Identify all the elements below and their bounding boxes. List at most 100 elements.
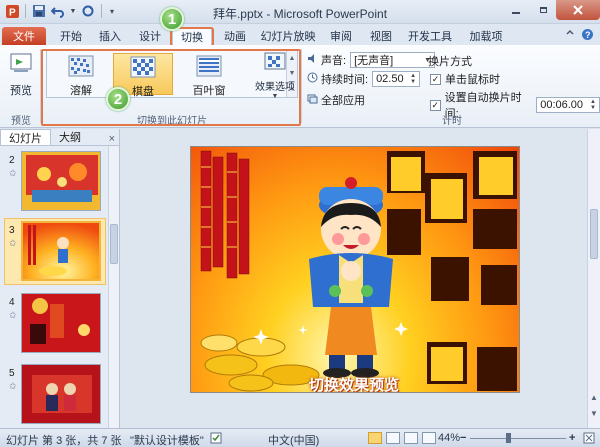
language-status[interactable]: 中文(中国) xyxy=(268,432,319,447)
sound-value: [无声音] xyxy=(354,55,394,67)
slide-canvas: 切换效果预览 ▲ ▼ xyxy=(121,129,600,428)
after-time-spin-arrows-icon[interactable]: ▲ ▼ xyxy=(590,99,596,111)
restore-button[interactable] xyxy=(529,0,556,20)
slide-artwork xyxy=(200,150,517,392)
apply-all-icon xyxy=(307,93,318,107)
sound-label: 声音: xyxy=(321,55,347,67)
slide-position-status: 幻灯片 第 3 张，共 7 张 xyxy=(6,435,122,447)
slides-pane-scroll-thumb[interactable] xyxy=(110,224,118,264)
canvas-scroll-thumb[interactable] xyxy=(590,209,598,259)
group-separator xyxy=(301,49,302,123)
next-slide-icon[interactable]: ▼ xyxy=(590,409,598,418)
help-icon[interactable]: ? xyxy=(581,28,594,44)
duration-row: 持续时间: 02.50 ▲ ▼ xyxy=(307,71,421,87)
slide-3-preview xyxy=(23,223,99,279)
minimize-ribbon-icon[interactable] xyxy=(565,28,575,44)
sound-icon xyxy=(307,53,318,67)
advance-slide-label: 换片方式 xyxy=(428,56,472,68)
tab-design[interactable]: 设计 xyxy=(135,27,165,45)
tab-developer[interactable]: 开发工具 xyxy=(404,27,456,45)
slide-number: 4 xyxy=(9,297,15,308)
ribbon-right-controls: ? xyxy=(565,28,594,44)
reading-view-button[interactable] xyxy=(404,432,418,444)
slide-4-preview xyxy=(22,294,100,352)
slide-thumbnail[interactable] xyxy=(21,151,101,211)
on-click-row[interactable]: ✓ 单击鼠标时 xyxy=(430,71,500,87)
tab-home[interactable]: 开始 xyxy=(56,27,86,45)
zoom-slider-thumb[interactable] xyxy=(506,433,511,443)
theme-status[interactable]: "默认设计模板" xyxy=(130,432,204,447)
slide-thumbnail[interactable] xyxy=(21,221,101,281)
preview-button[interactable]: 预览 xyxy=(6,51,36,98)
apply-all-label: 全部应用 xyxy=(321,95,365,107)
duration-spin-arrows-icon[interactable]: ▲ ▼ xyxy=(410,73,416,85)
preview-label: 预览 xyxy=(10,85,32,97)
slide-caption: 切换效果预览 xyxy=(309,376,400,393)
slide-thumbnail[interactable] xyxy=(21,364,101,424)
tab-addins[interactable]: 加载项 xyxy=(466,27,506,45)
gold-ingots xyxy=(200,334,320,392)
tab-review[interactable]: 审阅 xyxy=(326,27,356,45)
slide-number: 3 xyxy=(9,225,15,236)
slide-number: 2 xyxy=(9,155,15,166)
tab-slideshow[interactable]: 幻灯片放映 xyxy=(258,27,318,45)
spellcheck-icon[interactable] xyxy=(210,432,222,447)
zoom-slider-track[interactable] xyxy=(470,438,566,439)
slide-number: 5 xyxy=(9,368,15,379)
after-time-spinner[interactable]: 00:06.00 ▲ ▼ xyxy=(536,97,600,113)
normal-view-button[interactable] xyxy=(368,432,382,444)
duration-icon xyxy=(307,72,318,86)
slides-pane: 幻灯片 大纲 × 2 ✩ 3 ✩ 4 ✩ 5 ✩ xyxy=(0,129,120,428)
duration-label: 持续时间: xyxy=(321,74,369,86)
zoom-in-button[interactable]: + xyxy=(569,432,575,444)
tab-slides[interactable]: 幻灯片 xyxy=(0,129,51,145)
slide-2-preview xyxy=(22,152,100,210)
on-click-checkbox[interactable]: ✓ xyxy=(430,73,441,85)
ribbon-tabs: 文件 开始 插入 设计 切换 动画 幻灯片放映 审阅 视图 开发工具 加载项 ? xyxy=(0,24,600,45)
slide-5-preview xyxy=(22,365,100,423)
close-button[interactable] xyxy=(556,0,600,20)
sound-select[interactable]: [无声音] ▼ xyxy=(350,52,436,68)
advance-slide-heading: 换片方式 xyxy=(428,53,472,69)
slides-pane-tabs: 幻灯片 大纲 × xyxy=(0,129,119,146)
tab-file[interactable]: 文件 xyxy=(2,27,46,45)
preview-group-label: 预览 xyxy=(11,116,31,127)
firecracker-strings xyxy=(200,150,250,279)
transition-group-highlight xyxy=(41,49,301,126)
transition-star-icon: ✩ xyxy=(9,310,17,320)
after-time-checkbox[interactable]: ✓ xyxy=(430,99,441,111)
window-controls xyxy=(502,0,600,20)
canvas-scrollbar[interactable]: ▲ ▼ xyxy=(587,129,600,428)
after-time-value: 00:06.00 xyxy=(540,99,584,111)
transition-star-icon: ✩ xyxy=(9,381,17,391)
status-bar: 幻灯片 第 3 张，共 7 张 "默认设计模板" 中文(中国) 44% − + xyxy=(0,428,600,447)
minimize-button[interactable] xyxy=(502,0,529,20)
current-slide[interactable]: 切换效果预览 xyxy=(190,146,520,393)
tab-insert[interactable]: 插入 xyxy=(95,27,125,45)
callout-marker-1: 1 xyxy=(160,7,184,31)
duration-spinner[interactable]: 02.50 ▲ ▼ xyxy=(372,71,421,87)
tab-outline[interactable]: 大纲 xyxy=(51,129,89,145)
zoom-out-button[interactable]: − xyxy=(460,432,466,444)
cartoon-boy-figure xyxy=(309,177,393,378)
close-pane-icon[interactable]: × xyxy=(109,133,115,145)
title-bar: P ▼ ▾ 拜年.pptx - Microsoft PowerPoint xyxy=(0,0,600,24)
transition-star-icon: ✩ xyxy=(9,238,17,248)
preview-icon xyxy=(9,51,33,78)
sound-row: 声音: [无声音] ▼ xyxy=(307,52,436,68)
prev-slide-icon[interactable]: ▲ xyxy=(590,393,598,402)
on-click-label: 单击鼠标时 xyxy=(445,74,500,86)
timing-group-label: 计时 xyxy=(442,116,462,127)
apply-all-button[interactable]: 全部应用 xyxy=(307,92,365,108)
zoom-level[interactable]: 44% xyxy=(438,432,460,444)
slideshow-view-button[interactable] xyxy=(422,432,436,444)
slide-thumbnail[interactable] xyxy=(21,293,101,353)
slides-pane-scrollbar[interactable] xyxy=(108,146,119,428)
duration-value: 02.50 xyxy=(376,73,404,85)
transition-star-icon: ✩ xyxy=(9,168,17,178)
tab-animations[interactable]: 动画 xyxy=(220,27,250,45)
tab-view[interactable]: 视图 xyxy=(366,27,396,45)
fit-to-window-icon[interactable] xyxy=(583,432,595,447)
slide-sorter-view-button[interactable] xyxy=(386,432,400,444)
svg-text:?: ? xyxy=(585,30,591,40)
